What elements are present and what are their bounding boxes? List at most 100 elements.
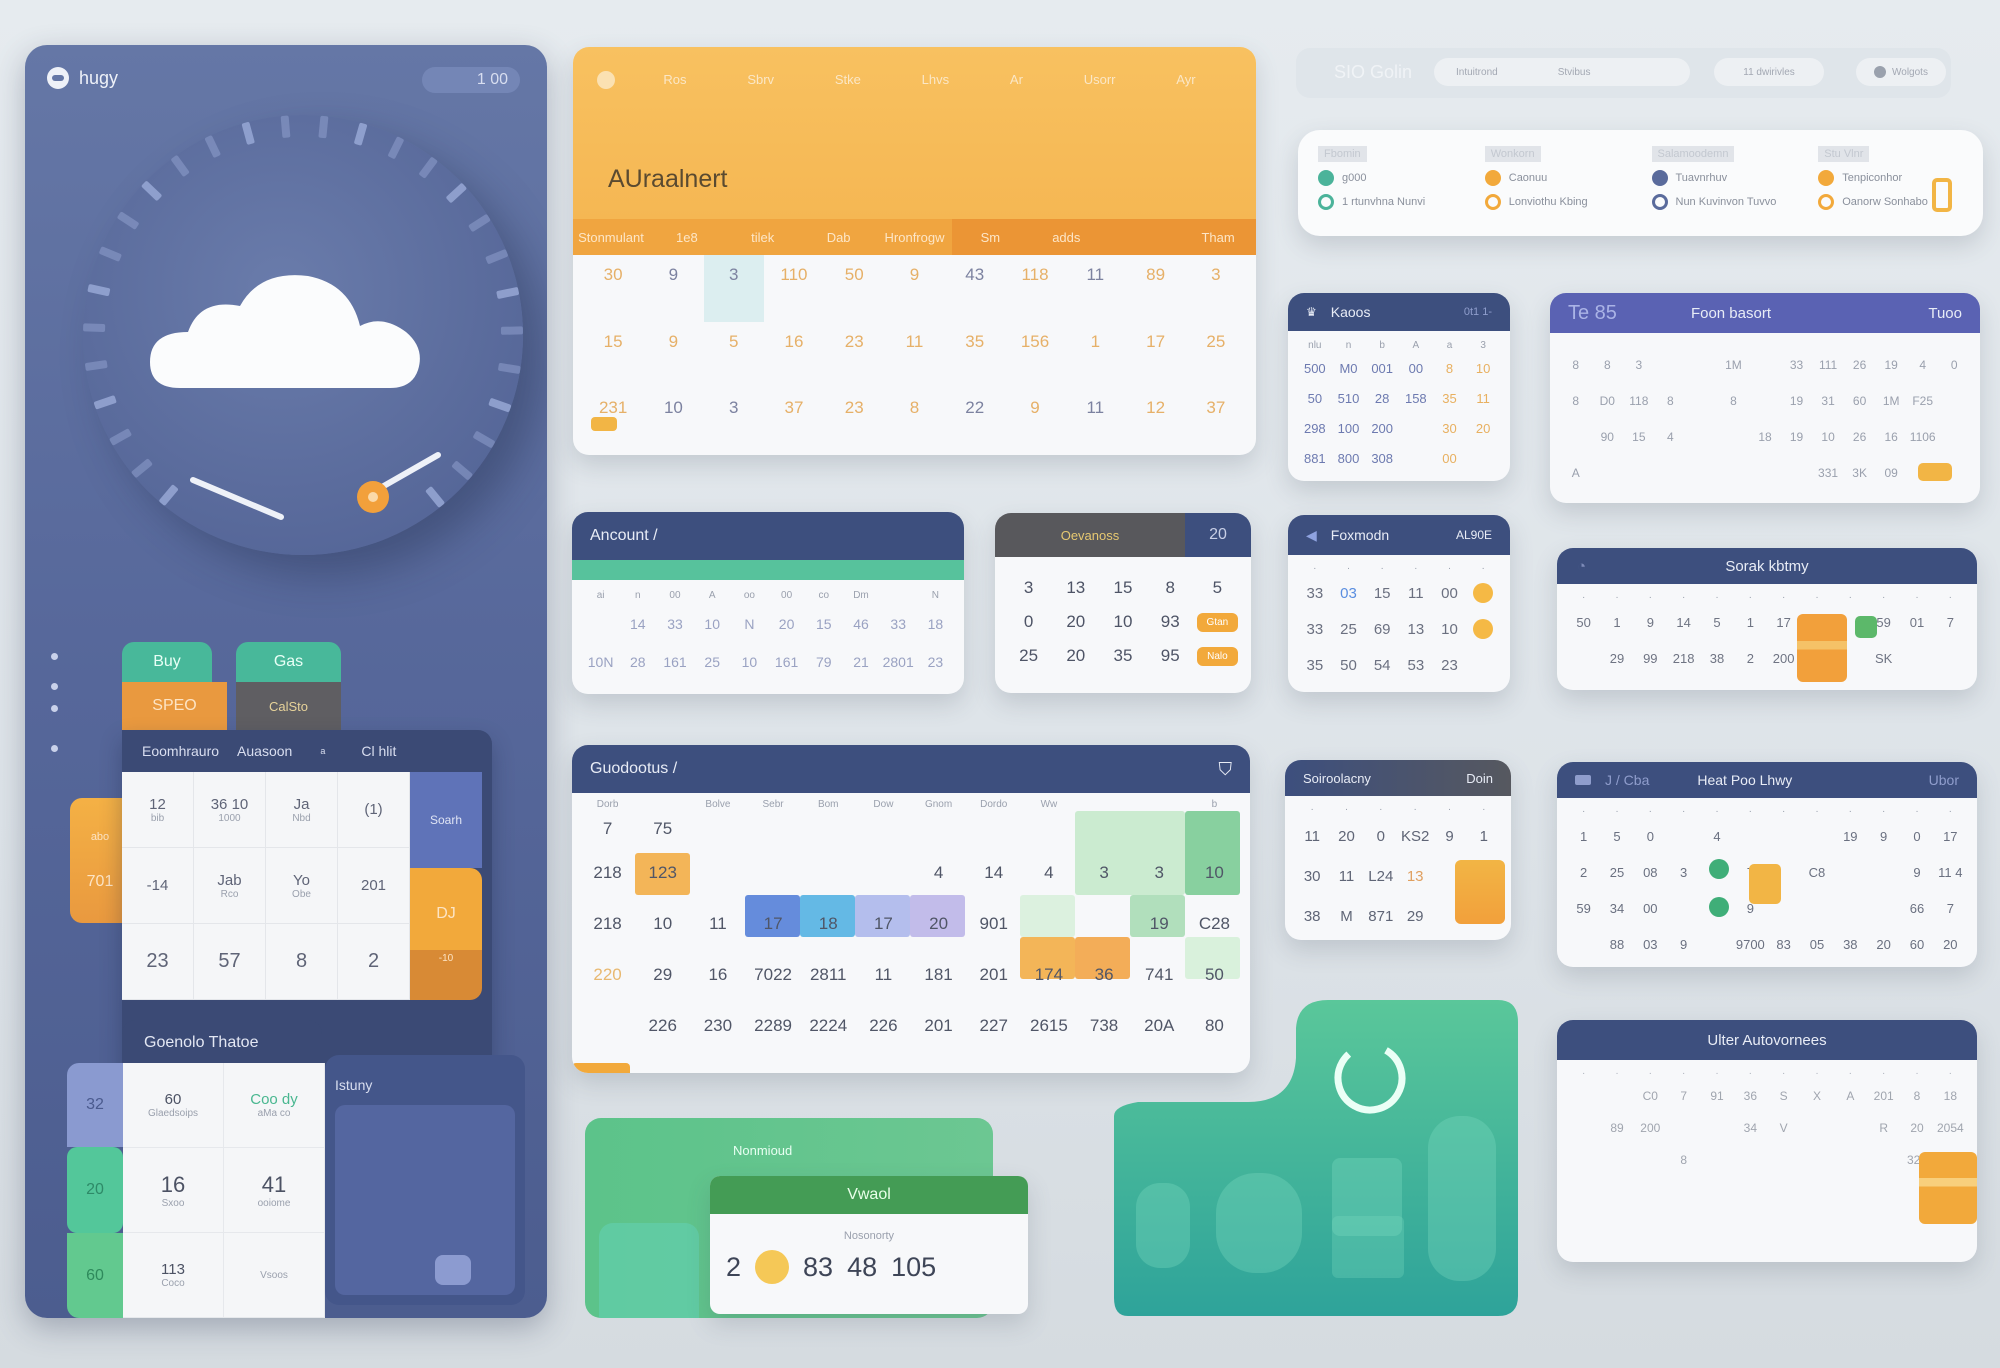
day-cell[interactable] <box>1800 1176 1833 1208</box>
day-cell[interactable]: 10 <box>1099 605 1146 639</box>
day-cell[interactable]: 11 <box>856 949 911 1000</box>
day-cell[interactable] <box>1567 1176 1600 1208</box>
day-cell[interactable]: 5 <box>1700 604 1733 640</box>
day-cell[interactable]: 871 <box>1364 896 1398 936</box>
day-cell[interactable]: 18 <box>1934 1080 1967 1112</box>
day-cell[interactable]: 50 <box>1567 604 1600 640</box>
day-cell[interactable]: 99 <box>1634 640 1667 676</box>
day-cell[interactable] <box>580 1000 635 1051</box>
day-cell[interactable]: 1106 <box>1907 419 1939 455</box>
column-header[interactable]: Sm <box>952 219 1029 255</box>
day-cell[interactable]: 30 <box>1295 856 1329 896</box>
day-cell[interactable]: 33 <box>1298 575 1332 611</box>
day-cell[interactable]: 4 <box>1655 419 1687 455</box>
day-cell[interactable]: 201 <box>911 1000 966 1051</box>
day-cell[interactable]: 111 <box>1812 347 1844 383</box>
nav-link[interactable]: Ayr <box>1176 72 1195 87</box>
day-cell[interactable]: 9 <box>643 255 703 322</box>
day-cell[interactable]: 500 <box>1298 353 1332 383</box>
day-cell[interactable]: 34 <box>1734 1112 1767 1144</box>
day-cell[interactable]: 23 <box>917 644 954 680</box>
home-icon[interactable] <box>597 71 615 89</box>
day-cell[interactable]: 18 <box>917 604 954 644</box>
search-pill[interactable]: Intuitrond <box>1456 67 1498 78</box>
table-cell[interactable]: 57 <box>194 924 266 1000</box>
day-cell[interactable]: 50 <box>1187 949 1242 1000</box>
day-cell[interactable] <box>690 847 745 898</box>
day-cell[interactable]: 308 <box>1365 443 1399 473</box>
day-cell[interactable]: M <box>1329 896 1363 936</box>
day-cell[interactable]: 4 <box>911 847 966 898</box>
page-dot[interactable] <box>51 705 58 712</box>
day-cell[interactable]: 89 <box>1600 1112 1633 1144</box>
day-cell[interactable]: SK <box>1867 640 1900 676</box>
day-cell[interactable]: 20 <box>1052 639 1099 673</box>
day-cell[interactable]: 19 <box>1875 347 1907 383</box>
day-cell[interactable] <box>1767 818 1800 854</box>
day-cell[interactable]: 4 <box>1907 347 1939 383</box>
day-cell[interactable]: S <box>1767 1080 1800 1112</box>
day-cell[interactable]: 2811 <box>801 949 856 1000</box>
event-block[interactable] <box>1455 860 1505 924</box>
event-dot[interactable] <box>1473 583 1494 603</box>
day-cell[interactable]: 158 <box>1399 383 1433 413</box>
day-cell[interactable]: 31 <box>1812 383 1844 419</box>
day-cell[interactable]: 8 <box>1900 1080 1933 1112</box>
table-header[interactable]: Eoomhrauro <box>142 743 219 759</box>
small-calendar-1-nav[interactable]: 0t1 1- <box>1464 306 1492 318</box>
day-cell[interactable]: 60 <box>1900 926 1933 962</box>
day-cell[interactable]: 200 <box>1767 640 1800 676</box>
day-cell[interactable]: C28 <box>1187 898 1242 949</box>
day-cell[interactable]: 23 <box>824 322 884 389</box>
day-cell[interactable] <box>1634 1144 1667 1176</box>
day-cell[interactable] <box>1867 854 1900 890</box>
day-cell[interactable] <box>801 847 856 898</box>
tab-buy[interactable]: Buy <box>122 642 212 682</box>
day-cell[interactable]: 9 <box>884 255 944 322</box>
day-cell[interactable]: 10 <box>1433 611 1467 647</box>
day-cell[interactable]: 60 <box>1844 383 1876 419</box>
wide-calendar-1-nav[interactable]: Tuoo <box>1928 305 1962 322</box>
table-cell[interactable]: 23 <box>122 924 194 1000</box>
day-cell[interactable]: 3 <box>703 255 764 322</box>
day-cell[interactable] <box>1600 1176 1633 1208</box>
day-cell[interactable]: 9 <box>1634 604 1667 640</box>
day-cell[interactable] <box>1834 1144 1867 1176</box>
day-cell[interactable]: 226 <box>856 1000 911 1051</box>
day-cell[interactable]: 37 <box>764 388 824 455</box>
day-cell[interactable]: 123 <box>635 847 690 898</box>
day-cell[interactable]: 10 <box>1187 847 1242 898</box>
day-cell[interactable]: 25 <box>694 644 731 680</box>
stat-cell[interactable]: 41 ooiome <box>224 1148 325 1233</box>
column-header[interactable]: 1e8 <box>649 219 725 255</box>
day-cell[interactable]: 8 <box>1433 353 1467 383</box>
nav-link[interactable]: Ros <box>663 72 686 87</box>
day-cell[interactable]: 91 <box>1700 1080 1733 1112</box>
day-cell[interactable]: F25 <box>1907 383 1939 419</box>
nav-link[interactable]: Stke <box>835 72 861 87</box>
time-badge[interactable]: 1 00 <box>422 67 520 93</box>
day-cell[interactable]: 218 <box>1667 640 1700 676</box>
stat-cell[interactable]: 113 Coco <box>123 1233 224 1318</box>
event-dot[interactable] <box>1473 619 1494 639</box>
day-cell[interactable]: 1 <box>1734 604 1767 640</box>
day-cell[interactable]: 30 <box>1433 413 1467 443</box>
event-badge[interactable] <box>591 417 617 431</box>
day-cell[interactable]: 10 <box>635 898 690 949</box>
day-cell[interactable] <box>1867 1176 1900 1208</box>
day-cell[interactable]: 34 <box>1600 890 1633 926</box>
day-cell[interactable] <box>1749 455 1781 491</box>
day-cell[interactable] <box>1934 640 1967 676</box>
event-badge[interactable]: Nalo <box>1197 646 1238 666</box>
day-cell[interactable]: 510 <box>1332 383 1366 413</box>
day-cell[interactable]: 331 <box>1812 455 1844 491</box>
day-cell[interactable]: 88 <box>1600 926 1633 962</box>
day-cell[interactable]: 7 <box>1934 604 1967 640</box>
day-cell[interactable] <box>1466 647 1500 683</box>
day-cell[interactable]: 227 <box>966 1000 1021 1051</box>
day-cell[interactable]: 19 <box>1834 818 1867 854</box>
day-cell[interactable]: 29 <box>635 949 690 1000</box>
day-cell[interactable]: 66 <box>1900 890 1933 926</box>
day-cell[interactable]: 35 <box>1433 383 1467 413</box>
table-cell[interactable]: Jab Rco <box>194 848 266 924</box>
